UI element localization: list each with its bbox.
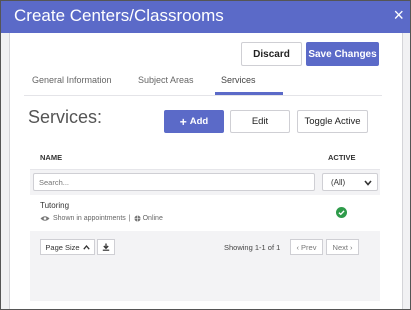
column-header-name[interactable]: NAME — [40, 153, 62, 162]
dialog-window: Create Centers/Classrooms × Discard Save… — [0, 0, 411, 310]
tab-bar: General Information Subject Areas Servic… — [24, 67, 382, 96]
plus-icon: + — [179, 114, 187, 129]
prev-page-button[interactable]: ‹ Prev — [290, 239, 323, 255]
add-label: Add — [189, 116, 209, 127]
page-size-label: Page Size — [45, 242, 80, 252]
table-header: NAME ACTIVE — [30, 143, 380, 170]
tab-subject-areas[interactable]: Subject Areas — [138, 75, 194, 85]
chevron-left-icon: ‹ — [296, 242, 300, 252]
add-service-button[interactable]: + Add — [164, 110, 224, 133]
prev-label: Prev — [301, 242, 317, 252]
edit-label: Edit — [251, 116, 269, 127]
discard-label: Discard — [253, 48, 290, 60]
edit-button[interactable]: Edit — [230, 110, 290, 133]
showing-count: Showing 1-1 of 1 — [224, 243, 281, 252]
close-icon[interactable]: × — [393, 5, 404, 26]
save-changes-label: Save Changes — [308, 48, 377, 60]
tab-services[interactable]: Services — [221, 75, 256, 85]
discard-button[interactable]: Discard — [241, 42, 302, 66]
dialog-body: Discard Save Changes General Information… — [9, 33, 403, 309]
eye-icon — [40, 216, 50, 221]
toggle-active-label: Toggle Active — [304, 116, 361, 127]
tab-general-information[interactable]: General Information — [32, 75, 112, 85]
next-label: Next — [332, 242, 348, 252]
chevron-right-icon: › — [349, 242, 353, 252]
meta-separator: | — [128, 215, 131, 222]
download-icon — [102, 243, 110, 251]
active-filter-select[interactable]: (All) — [322, 173, 378, 191]
chevron-up-icon — [82, 244, 90, 250]
active-filter-value: (All) — [331, 178, 346, 187]
chevron-down-icon — [364, 180, 372, 186]
search-input[interactable] — [33, 173, 315, 191]
table-row[interactable]: Tutoring Shown in appointments | Online — [30, 195, 380, 231]
shown-in-appointments-text: Shown in appointments — [53, 215, 126, 222]
title-bar: Create Centers/Classrooms × — [1, 1, 410, 33]
active-check-icon — [336, 207, 347, 218]
services-table: NAME ACTIVE (All) Tutoring Shown in appo… — [30, 143, 380, 301]
table-footer: Page Size Showing 1-1 of 1 ‹ Prev Next › — [30, 231, 380, 271]
service-meta: Shown in appointments | Online — [40, 215, 163, 222]
service-name: Tutoring — [40, 201, 70, 210]
dialog-title: Create Centers/Classrooms — [14, 6, 224, 25]
next-page-button[interactable]: Next › — [326, 239, 359, 255]
column-header-active[interactable]: ACTIVE — [328, 153, 356, 162]
active-tab-indicator — [215, 92, 283, 95]
toggle-active-button[interactable]: Toggle Active — [297, 110, 368, 133]
save-changes-button[interactable]: Save Changes — [306, 42, 379, 66]
globe-icon — [134, 215, 141, 222]
online-text: Online — [142, 215, 163, 222]
services-heading: Services: — [28, 107, 103, 127]
download-button[interactable] — [97, 239, 115, 255]
page-size-button[interactable]: Page Size — [40, 239, 95, 255]
